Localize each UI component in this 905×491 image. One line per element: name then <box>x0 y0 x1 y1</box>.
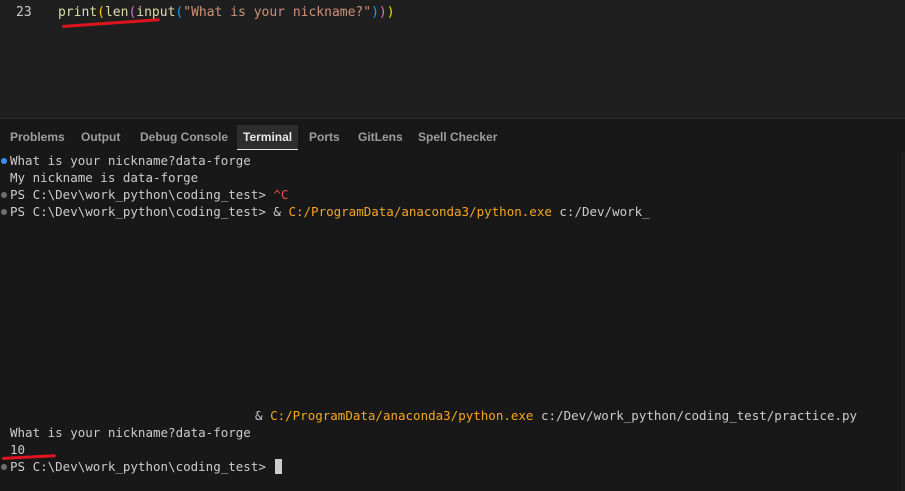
tab-terminal[interactable]: Terminal <box>237 125 299 150</box>
token-string: "What is your nickname?" <box>183 5 372 20</box>
terminal-line: What is your nickname?data-forge <box>10 425 251 440</box>
amp: & <box>255 408 271 423</box>
token-print: print <box>58 5 98 20</box>
terminal-cursor <box>275 459 283 474</box>
prompt: PS C:\Dev\work_python\coding_test> <box>10 459 274 474</box>
panel-divider <box>0 118 905 119</box>
prompt: PS C:\Dev\work_python\coding_test> <box>10 187 274 202</box>
script-arg: c:/Dev/work_ <box>551 204 650 219</box>
token-paren: ) <box>386 5 395 20</box>
script-arg: c:/Dev/work_python/coding_test/practice.… <box>533 408 858 423</box>
tab-debug-console[interactable]: Debug Console <box>134 125 234 149</box>
ctrl-c-text: ^C <box>273 187 289 202</box>
tab-gitlens[interactable]: GitLens <box>352 125 409 149</box>
prompt: PS C:\Dev\work_python\coding_test> <box>10 204 274 219</box>
terminal-line: PS C:\Dev\work_python\coding_test> ^C <box>10 186 288 203</box>
code-text[interactable]: print(len(input("What is your nickname?"… <box>58 3 395 23</box>
python-path: C:/ProgramData/anaconda3/python.exe <box>270 408 534 423</box>
terminal-scrollbar[interactable] <box>901 152 905 491</box>
terminal-output[interactable]: What is your nickname?data-forge My nick… <box>0 152 905 491</box>
terminal-line: PS C:\Dev\work_python\coding_test> & C:/… <box>10 203 650 220</box>
command-decoration-icon[interactable] <box>1 209 7 215</box>
python-path: C:/ProgramData/anaconda3/python.exe <box>288 204 552 219</box>
tab-output[interactable]: Output <box>75 125 126 149</box>
command-decoration-icon[interactable] <box>1 192 7 198</box>
terminal-line: My nickname is data-forge <box>10 170 199 185</box>
tab-ports[interactable]: Ports <box>303 125 346 149</box>
token-paren: ( <box>97 5 105 20</box>
token-paren: ) <box>378 5 387 20</box>
line-number: 23 <box>16 5 32 20</box>
terminal-line: & C:/ProgramData/anaconda3/python.exe c:… <box>255 407 857 424</box>
command-decoration-icon[interactable] <box>1 158 7 164</box>
terminal-line: What is your nickname?data-forge <box>10 153 251 168</box>
command-decoration-icon[interactable] <box>1 464 7 470</box>
tab-spell-checker[interactable]: Spell Checker <box>412 125 503 149</box>
token-paren: ) <box>371 5 379 20</box>
terminal-prompt-line[interactable]: PS C:\Dev\work_python\coding_test> <box>10 458 283 475</box>
code-editor[interactable]: 23 print(len(input("What is your nicknam… <box>0 0 905 118</box>
tab-problems[interactable]: Problems <box>4 125 71 149</box>
panel-tabs: Problems Output Debug Console Terminal P… <box>0 125 905 150</box>
token-len: len <box>104 5 129 20</box>
amp: & <box>273 204 289 219</box>
